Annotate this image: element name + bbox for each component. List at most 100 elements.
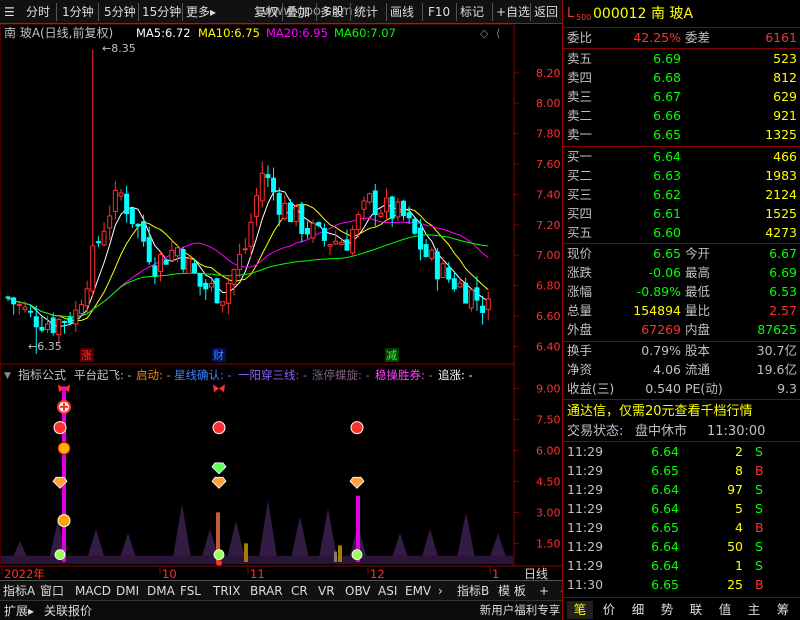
tick-time: 11:29 [567,463,604,478]
related-quote-button[interactable]: 关联报价 [44,603,92,619]
btn-f10[interactable]: F10 [428,3,450,21]
event-marker-cai[interactable]: 财 [212,348,226,362]
tick-time: 11:29 [567,520,604,535]
tab-15min[interactable]: 15分钟 [142,3,181,21]
gold-ball-icon [57,514,71,528]
ask-volume: 812 [773,70,797,85]
kline-chart[interactable]: 南 玻A (日线,前复权) MA5:6.72 MA10:6.75 MA20:6.95… [0,24,562,580]
divider [182,3,183,21]
tick-row: 11:29 6.65 8 B [563,462,800,480]
btn-overlay[interactable]: 叠加 [286,3,310,21]
event-marker-zhang[interactable]: 涨 [80,348,94,362]
ask-volume: 921 [773,108,797,123]
btn-mark[interactable]: 标记 [460,3,484,21]
btn-back[interactable]: 返回 [534,3,558,21]
stat-value: 19.6亿 [756,362,797,377]
indicator-tab[interactable]: 指标A [3,583,35,599]
tick-price: 6.64 [651,501,679,516]
bid-price: 6.61 [653,206,681,221]
indicator-tab[interactable]: 模 板 [498,583,526,599]
indicator-tab[interactable]: › [438,583,443,599]
indicator-tab[interactable]: CR [291,583,308,599]
indicator-tab[interactable]: OBV [345,583,371,599]
indicator-tab[interactable]: + [539,583,549,599]
divider [563,597,800,598]
tab-more[interactable]: 更多▸ [186,3,216,21]
indicator-tab[interactable]: 指标B [457,583,489,599]
newuser-promo-link[interactable]: 新用户福利专享 [477,601,563,619]
expand-button[interactable]: 扩展▸ [4,603,34,619]
menu-icon[interactable]: ☰ [4,3,15,21]
tick-side: S [755,501,763,516]
stock-name: 南 玻A [651,6,694,22]
quote-panel-tab[interactable]: 联 [683,601,709,619]
indicator-tab[interactable]: EMV [405,583,431,599]
indicator-tab[interactable]: TRIX [213,583,240,599]
btn-add-favorite[interactable]: +自选 [496,3,530,21]
btn-multi-stock[interactable]: 多股 [320,3,344,21]
stat-label: 总量 [567,303,593,318]
price-tick-label: 6.40 [536,340,561,353]
stat-row: 外盘 67269 内盘 87625 [563,321,800,339]
ask-price: 6.66 [653,108,681,123]
apple-icon [351,549,363,561]
tick-volume: 50 [727,539,743,554]
quote-panel-tab[interactable]: 筹 [770,601,796,619]
indicator-title: 指标公式 [18,367,66,382]
quote-panel-tab[interactable]: 笔 [567,601,593,619]
quote-panel-tab[interactable]: 值 [712,601,738,619]
indicator-tab[interactable]: FSL [180,583,201,599]
btn-fuquan[interactable]: 复权 [254,3,278,21]
bid-level-label: 买一 [567,149,593,164]
quote-panel-tab[interactable]: 势 [654,601,680,619]
l2-icon: L [567,6,575,21]
ma-legend: MA5:6.72 MA10:6.75 MA20:6.95 MA60:7.07 [136,26,396,40]
stat-row: 涨幅 -0.89% 最低 6.53 [563,283,800,301]
tick-row: 11:29 6.64 5 S [563,500,800,518]
l2-level: 500 [576,13,592,22]
period-label[interactable]: 日线 [524,567,548,580]
indicator-tab[interactable]: 窗口 [40,583,64,599]
collapse-icon[interactable]: ⟨ [496,27,500,40]
quote-panel-tab[interactable]: 细 [625,601,651,619]
apple-icon [213,549,225,561]
indicator-tab[interactable]: ASI [378,583,397,599]
tick-side: B [755,520,764,535]
promo-banner[interactable]: 通达信，仅需20元查看千档行情 [563,402,800,422]
bid-row: 买一 6.64 466 [563,148,800,166]
stat-label: 换手 [567,343,593,358]
stat-value: 0.540 [645,381,681,396]
event-marker-jian[interactable]: 减 [385,348,399,362]
tick-row: 11:29 6.65 4 B [563,519,800,537]
tick-row: 11:29 6.64 97 S [563,481,800,499]
indicator-tab[interactable]: BRAR [250,583,283,599]
quote-panel-tab[interactable]: 主 [741,601,767,619]
tick-time: 11:30 [567,577,604,592]
red-ball-icon [53,421,67,435]
tick-row: 11:30 6.65 25 B [563,576,800,594]
indicator-tab[interactable]: VR [318,583,335,599]
quote-panel-tab[interactable]: 价 [596,601,622,619]
tab-5min[interactable]: 5分钟 [104,3,136,21]
indicator-tab[interactable]: DMI [116,583,139,599]
bid-volume: 1525 [765,206,797,221]
ma-legend-item: MA60:7.07 [334,26,396,40]
tab-minute-chart[interactable]: 分时 [26,3,50,21]
diamond-icon[interactable]: ◇ [480,27,489,40]
stat-value: -0.89% [636,284,681,299]
promo-text[interactable]: 通达信，仅需20元查看千档行情 [567,402,753,422]
tick-side: S [755,539,763,554]
tab-1min[interactable]: 1分钟 [62,3,94,21]
indicator-legend-item: 星线确认: - [174,368,232,382]
low-price-label: ←6.35 [28,340,62,353]
btn-stats[interactable]: 统计 [354,3,378,21]
tick-price: 6.64 [651,558,679,573]
tick-price: 6.64 [651,539,679,554]
divider [316,3,317,21]
svg-text:财: 财 [213,348,224,362]
indicator-tab[interactable]: DMA [147,583,175,599]
tick-volume: 2 [735,444,743,459]
indicator-tick-label: 4.50 [536,475,561,488]
indicator-tab[interactable]: MACD [75,583,111,599]
btn-draw-line[interactable]: 画线 [390,3,414,21]
